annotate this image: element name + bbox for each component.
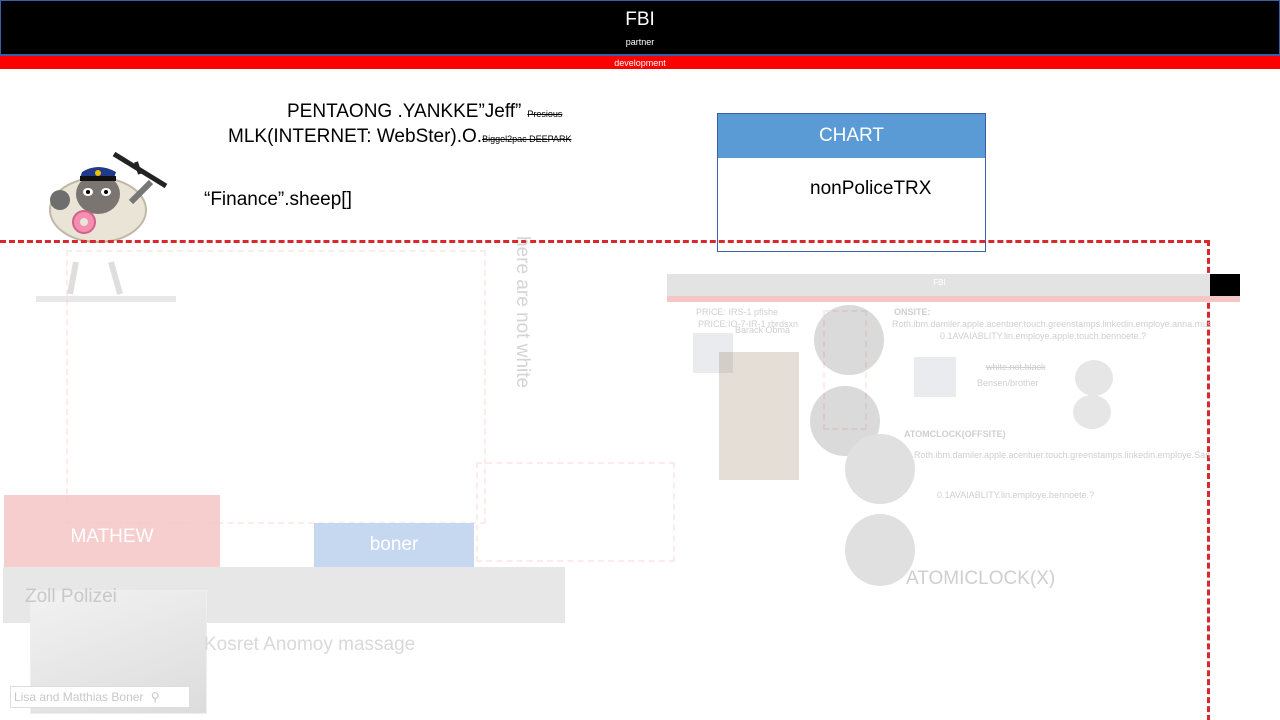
headline-line-2-text: MLK(INTERNET: WebSter).O. [228, 126, 483, 147]
faded-dashed-box-left [66, 250, 486, 524]
mini-slide-red-bar [667, 296, 1240, 302]
headline-line-1-text: PENTAONG .YANKKE”Jeff” [287, 101, 522, 122]
roth-line-1: Roth.ibm.damiler.apple.acentuer.touch.gr… [892, 319, 1240, 329]
faded-dashed-box-center [476, 462, 675, 562]
kosret-text: Kosret Anomoy massage [204, 634, 416, 655]
portrait-thumbnail-3 [914, 357, 956, 397]
mini-slide-header: FBI [667, 274, 1212, 296]
roth-line-2: Roth.ibm.damiler.apple.acentuer.touch.gr… [914, 450, 1240, 460]
header-subtitle: partner [625, 37, 655, 47]
price-line-1: PRICE: IRS-1 pfishe [696, 307, 779, 317]
search-icon: ⚲ [150, 690, 160, 704]
circle-grey-2 [845, 514, 915, 586]
headline-line-1-strike: Presious [527, 109, 563, 119]
chart-box: CHART nonPoliceTRX [717, 113, 986, 252]
circle-small-1 [1075, 360, 1113, 396]
chart-box-body: nonPoliceTRX [810, 178, 932, 199]
headline-line-3: “Finance”.sheep[] [204, 189, 352, 210]
boner-box: boner [314, 523, 474, 567]
header-title: FBI [625, 9, 655, 30]
circle-portrait-1 [814, 305, 884, 375]
availability-line-2: 0.1AVAIABLITY.lin.employe.bennoete.? [937, 490, 1095, 500]
atomclock-offsite-label: ATOMCLOCK(OFFSITE) [904, 429, 1006, 439]
mini-slide-black-tab [1210, 274, 1240, 296]
chart-box-header: CHART [718, 114, 985, 158]
circle-grey-1 [845, 434, 915, 504]
zoll-text: Zoll Polizei [25, 586, 117, 607]
headline-line-2: MLK(INTERNET: WebSter).O.Biggel2pac DEEP… [228, 126, 571, 148]
headline-line-1: PENTAONG .YANKKE”Jeff” Presious [287, 101, 562, 123]
roth-line-2-text: Roth.ibm.damiler.apple.acentuer.touch.gr… [914, 450, 1211, 460]
onsite-label: ONSITE: [894, 307, 931, 317]
barack-text: Barack Obma [735, 325, 791, 335]
bensen-text: Bensen/brother [977, 378, 1039, 388]
headline-line-2-small: Biggel2pac DEEPARK [482, 134, 572, 144]
roth-line-1-text: Roth.ibm.damiler.apple.acentuer.touch.gr… [892, 319, 1212, 329]
mathew-box: MATHEW [4, 495, 220, 578]
portrait-thumbnail-2 [719, 352, 799, 480]
vertical-faded-text: here are not white [512, 236, 533, 389]
development-bar: development [0, 55, 1280, 69]
photo-caption: Lisa and Matthias Boner ⚲ [10, 686, 190, 708]
white-not-black-text: white.not.black [986, 362, 1046, 372]
photo-caption-text: Lisa and Matthias Boner [14, 690, 144, 704]
availability-line-1: 0.1AVAIABLITY.lin.employe.apple.touch.be… [940, 331, 1147, 341]
circle-small-2 [1073, 395, 1111, 429]
atomiclock-text: ATOMICLOCK(X) [906, 568, 1056, 589]
